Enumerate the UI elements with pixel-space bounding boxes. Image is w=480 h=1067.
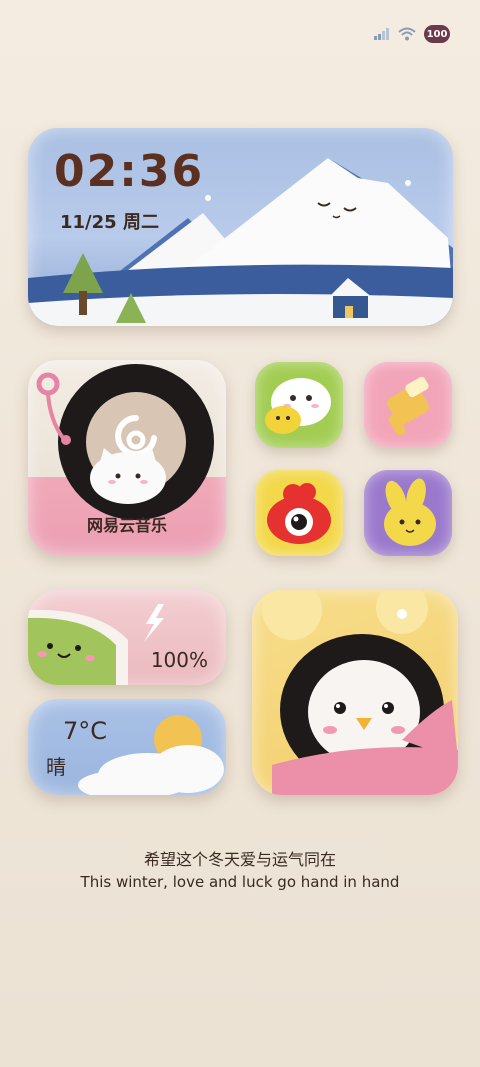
paint-brush-icon [387,376,429,436]
weibo-icon [267,483,331,544]
penguin-icon [262,590,458,795]
weibo-app[interactable] [255,470,343,556]
wechat-icon [265,378,331,434]
battery-level: 100 [426,28,448,40]
penguin-photo-widget[interactable] [252,590,458,795]
weather-widget[interactable]: 7°C 晴 [28,699,226,795]
clock-date: 11/25 周二 [60,212,159,233]
weather-condition: 晴 [46,755,66,779]
paint-app[interactable] [364,362,452,448]
clock-widget[interactable]: 02:36 11/25 周二 [28,128,453,326]
bunny-icon [384,478,436,546]
clock-time: 02:36 [54,146,205,197]
battery-percent: 100% [150,648,208,672]
weather-art [78,715,224,795]
status-bar: 100 [374,22,450,46]
wifi-icon [398,27,416,41]
signal-icon [374,28,389,40]
battery-widget[interactable]: 100% [28,590,226,685]
music-widget[interactable]: 网易云音乐 [28,360,226,555]
bunny-app[interactable] [364,470,452,556]
music-app-label: 网易云音乐 [86,516,167,535]
quote-chinese: 希望这个冬天爱与运气同在 [143,850,336,869]
battery-icon: 100 [424,25,450,43]
wechat-app[interactable] [255,362,343,448]
weather-temperature: 7°C [63,717,108,745]
lightning-icon [144,604,164,642]
moon-icon [230,158,256,192]
quote-english: This winter, love and luck go hand in ha… [80,873,400,891]
